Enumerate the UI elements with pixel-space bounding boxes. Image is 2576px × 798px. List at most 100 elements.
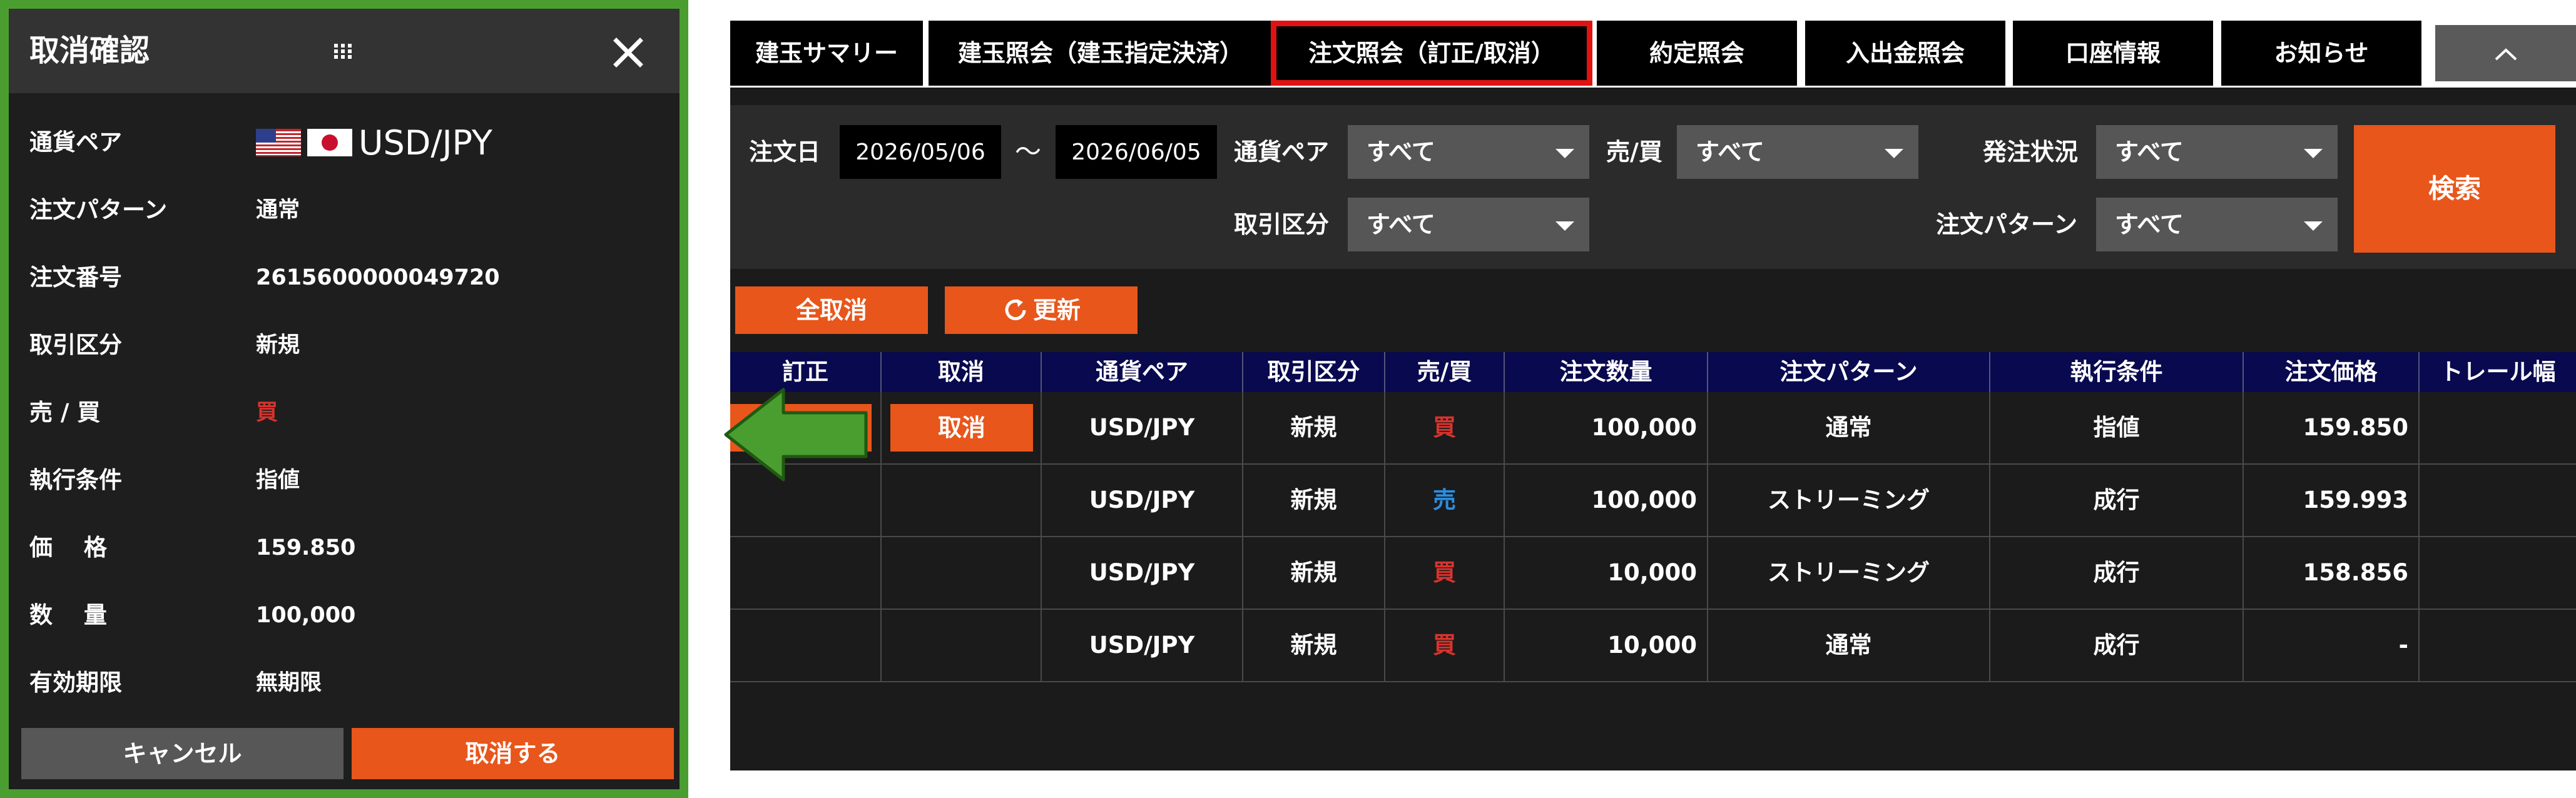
refresh-button[interactable]: 更新 — [945, 286, 1138, 334]
tab-account-info[interactable]: 口座情報 — [2013, 21, 2213, 86]
dialog-title: 取消確認 — [29, 33, 150, 68]
table-row[interactable]: USD/JPY 新規 買 10,000 ストリーミング 成行 158.856 — [730, 537, 2576, 610]
drag-handle-icon[interactable] — [333, 41, 353, 61]
detail-value: 通常 — [256, 198, 300, 223]
detail-row-price: 価 格 159.850 — [9, 514, 680, 582]
column-header-pattern[interactable]: 注文パターン — [1708, 352, 1990, 392]
tab-notices[interactable]: お知らせ — [2221, 21, 2421, 86]
cell-pattern: 通常 — [1708, 610, 1990, 681]
side-select[interactable]: すべて — [1677, 125, 1918, 179]
cell-pair: USD/JPY — [1042, 465, 1243, 536]
dialog-confirm-cancel-button[interactable]: 取消する — [352, 728, 674, 779]
cancel-cell — [882, 610, 1042, 681]
column-header-pair[interactable]: 通貨ペア — [1042, 352, 1243, 392]
table-row[interactable]: USD/JPY 新規 売 100,000 ストリーミング 成行 159.993 — [730, 465, 2576, 537]
pattern-select-value: すべて — [2115, 211, 2184, 238]
column-header-side[interactable]: 売/買 — [1385, 352, 1505, 392]
refresh-label: 更新 — [1032, 296, 1081, 324]
detail-label: 注文パターン — [29, 196, 168, 223]
date-to-input[interactable] — [1056, 125, 1217, 179]
tab-position-inquiry[interactable]: 建玉照会（建玉指定決済） — [929, 21, 1273, 86]
cell-pair: USD/JPY — [1042, 610, 1243, 681]
caret-down-icon — [2304, 221, 2323, 231]
detail-value: 159.850 — [256, 535, 356, 560]
dialog-header[interactable]: 取消確認 — [9, 9, 680, 93]
cell-quantity: 10,000 — [1505, 537, 1708, 609]
tab-order-inquiry[interactable]: 注文照会（訂正/取消） — [1271, 21, 1592, 86]
status-select[interactable]: すべて — [2096, 125, 2338, 179]
detail-label: 通貨ペア — [29, 129, 122, 156]
cell-pair: USD/JPY — [1042, 392, 1243, 463]
detail-value-side: 買 — [256, 400, 278, 425]
collapse-tabs-button[interactable] — [2435, 25, 2576, 81]
pair-select-value: すべて — [1367, 138, 1435, 166]
tab-bar: 建玉サマリー 建玉照会（建玉指定決済） 注文照会（訂正/取消） 約定照会 入出金… — [730, 0, 2576, 88]
tab-position-summary[interactable]: 建玉サマリー — [730, 21, 923, 86]
detail-label: 取引区分 — [29, 331, 122, 358]
cell-trail — [2420, 465, 2576, 536]
detail-row-expiry: 有効期限 無期限 — [9, 649, 680, 717]
cancel-all-button[interactable]: 全取消 — [735, 286, 928, 334]
cell-condition: 成行 — [1990, 610, 2244, 681]
pair-text: USD/JPY — [359, 123, 492, 163]
cell-trade-type: 新規 — [1243, 465, 1385, 536]
column-header-cancel[interactable]: 取消 — [882, 352, 1042, 392]
pair-select[interactable]: すべて — [1348, 125, 1589, 179]
trade-type-select[interactable]: すべて — [1348, 198, 1589, 251]
dialog-details: 通貨ペア USD/JPY 注文パターン 通常 注文番号 261560000004… — [9, 109, 680, 717]
us-flag-icon — [256, 129, 301, 156]
row-cancel-button[interactable]: 取消 — [890, 404, 1033, 452]
column-header-price[interactable]: 注文価格 — [2244, 352, 2420, 392]
column-header-trade-type[interactable]: 取引区分 — [1243, 352, 1385, 392]
detail-value: 100,000 — [256, 603, 356, 628]
cell-quantity: 10,000 — [1505, 610, 1708, 681]
search-button[interactable]: 検索 — [2354, 125, 2555, 253]
pattern-filter-label: 注文パターン — [1936, 211, 2078, 238]
detail-label: 価 格 — [29, 534, 107, 561]
cell-condition: 成行 — [1990, 537, 2244, 609]
cell-pair: USD/JPY — [1042, 537, 1243, 609]
pattern-select[interactable]: すべて — [2096, 198, 2338, 251]
table-row[interactable]: USD/JPY 新規 買 10,000 通常 成行 - — [730, 610, 2576, 682]
detail-label: 有効期限 — [29, 669, 122, 696]
cell-pattern: ストリーミング — [1708, 537, 1990, 609]
caret-down-icon — [1555, 149, 1574, 158]
side-filter-label: 売/買 — [1606, 138, 1662, 166]
date-from-input[interactable] — [840, 125, 1001, 179]
close-icon[interactable] — [613, 37, 644, 68]
cell-condition: 成行 — [1990, 465, 2244, 536]
detail-label: 売 / 買 — [29, 399, 101, 426]
filter-panel: 注文日 ～ 通貨ペア すべて 売/買 すべて 発注状況 すべて 取引区分 すべて… — [730, 105, 2576, 269]
order-inquiry-screen: 建玉サマリー 建玉照会（建玉指定決済） 注文照会（訂正/取消） 約定照会 入出金… — [730, 0, 2576, 770]
cell-trail — [2420, 537, 2576, 609]
tab-deposit-inquiry[interactable]: 入出金照会 — [1805, 21, 2005, 86]
green-arrow-pointer-icon — [724, 388, 868, 482]
cell-quantity: 100,000 — [1505, 392, 1708, 463]
column-header-condition[interactable]: 執行条件 — [1990, 352, 2244, 392]
detail-value: 指値 — [256, 468, 300, 493]
detail-row-trade-type: 取引区分 新規 — [9, 311, 680, 379]
cell-price: 159.993 — [2244, 465, 2420, 536]
tab-execution-inquiry[interactable]: 約定照会 — [1597, 21, 1797, 86]
cancel-confirm-dialog: 取消確認 通貨ペア USD/JPY 注文パターン 通常 注文番号 2615600… — [0, 0, 688, 798]
side-select-value: すべて — [1696, 138, 1764, 166]
trade-type-select-value: すべて — [1367, 211, 1435, 238]
column-header-quantity[interactable]: 注文数量 — [1505, 352, 1708, 392]
column-header-trail[interactable]: トレール幅 — [2420, 352, 2576, 392]
dialog-cancel-button[interactable]: キャンセル — [21, 728, 344, 779]
cell-trail — [2420, 610, 2576, 681]
cell-side: 買 — [1385, 537, 1505, 609]
detail-row-condition: 執行条件 指値 — [9, 447, 680, 514]
detail-label: 注文番号 — [29, 264, 122, 291]
edit-cell — [730, 537, 882, 609]
detail-label: 数 量 — [29, 602, 107, 629]
detail-row-pair: 通貨ペア USD/JPY — [9, 109, 680, 176]
order-date-label: 注文日 — [749, 138, 821, 166]
table-row[interactable]: 取消 USD/JPY 新規 買 100,000 通常 指値 159.850 — [730, 392, 2576, 465]
cell-trade-type: 新規 — [1243, 610, 1385, 681]
detail-row-order-number: 注文番号 2615600000049720 — [9, 244, 680, 311]
cell-trail — [2420, 392, 2576, 463]
cell-condition: 指値 — [1990, 392, 2244, 463]
caret-down-icon — [2304, 149, 2323, 158]
cell-pattern: ストリーミング — [1708, 465, 1990, 536]
